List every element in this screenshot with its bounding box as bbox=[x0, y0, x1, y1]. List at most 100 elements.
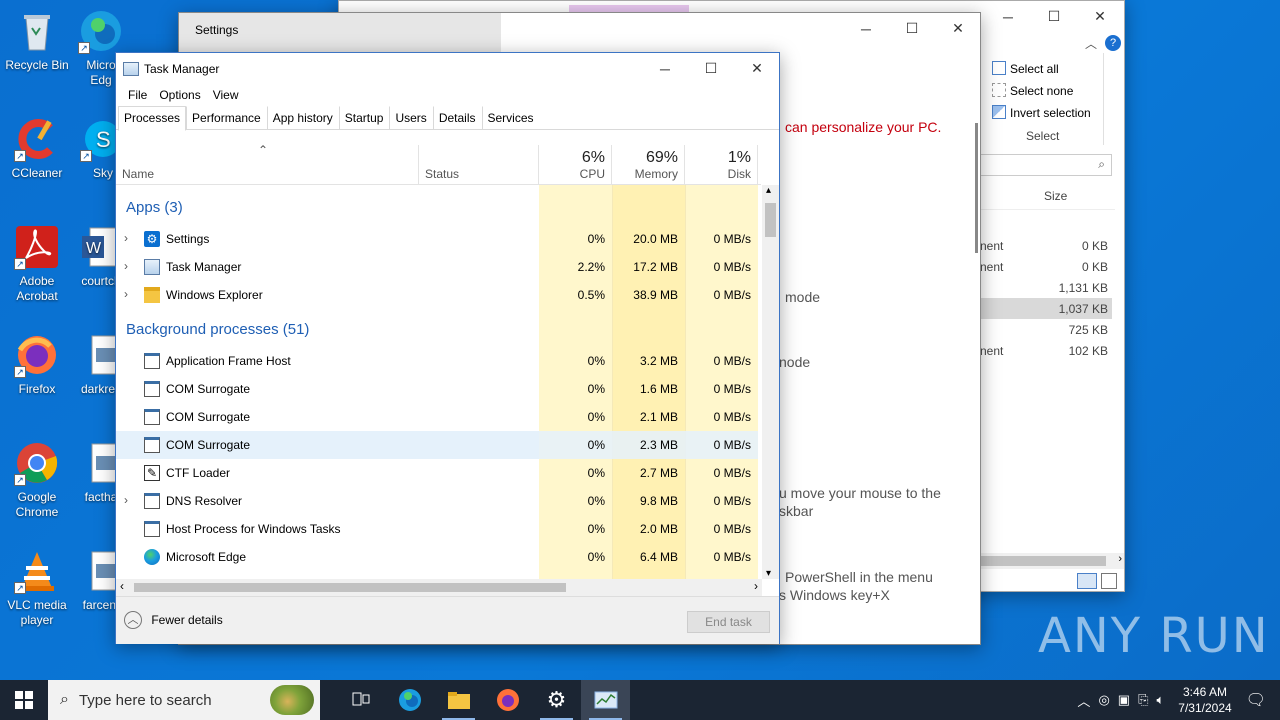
settings-gear-icon: ⚙ bbox=[144, 231, 160, 247]
column-name[interactable]: ⌃ Name bbox=[116, 145, 419, 185]
list-item-selected[interactable]: 1,037 KB bbox=[980, 298, 1112, 319]
taskbar-edge-icon[interactable] bbox=[385, 680, 434, 720]
taskbar-file-explorer-icon[interactable] bbox=[434, 680, 483, 720]
taskbar-search-box[interactable]: ⌕ Type here to search bbox=[48, 680, 320, 720]
vertical-scrollbar[interactable]: ▴ ▾ bbox=[762, 185, 779, 579]
table-row[interactable]: COM Surrogate 0% 1.6 MB 0 MB/s bbox=[116, 375, 761, 403]
group-header-background[interactable]: Background processes (51) bbox=[126, 321, 309, 338]
minimize-button[interactable]: ─ bbox=[843, 13, 889, 44]
task-manager-window[interactable]: Task Manager ─ ☐ ✕ File Options View Pro… bbox=[115, 52, 780, 644]
desktop-icon-adobe-acrobat[interactable]: ↗ Adobe Acrobat bbox=[1, 224, 73, 304]
svg-text:S: S bbox=[96, 127, 111, 152]
network-icon[interactable]: ⎘ bbox=[1138, 692, 1148, 708]
close-button[interactable]: ✕ bbox=[935, 13, 981, 44]
task-view-icon[interactable] bbox=[336, 680, 385, 720]
desktop-icon-firefox[interactable]: ↗ Firefox bbox=[1, 332, 73, 397]
column-size-header[interactable]: Size bbox=[1044, 189, 1067, 203]
select-none-button[interactable]: Select none bbox=[992, 83, 1073, 98]
volume-icon[interactable]: 🔈︎ bbox=[1156, 692, 1164, 708]
tab-processes[interactable]: Processes bbox=[118, 106, 187, 131]
table-row-hovered[interactable]: COM Surrogate 0% 2.3 MB 0 MB/s bbox=[116, 431, 761, 459]
invert-selection-button[interactable]: Invert selection bbox=[992, 105, 1091, 120]
close-button[interactable]: ✕ bbox=[1077, 1, 1123, 32]
maximize-button[interactable]: ☐ bbox=[1031, 1, 1077, 32]
help-icon[interactable]: ? bbox=[1105, 35, 1121, 51]
desktop-icon-ccleaner[interactable]: ↗ CCleaner bbox=[1, 116, 73, 181]
chevron-up-icon[interactable]: ︿ bbox=[1085, 35, 1097, 52]
maximize-button[interactable]: ☐ bbox=[889, 13, 935, 44]
desktop-icon-vlc[interactable]: ↗ VLC media player bbox=[1, 548, 73, 628]
list-item[interactable]: nent 0 KB bbox=[980, 235, 1112, 256]
menu-file[interactable]: File bbox=[122, 88, 153, 102]
maximize-button[interactable]: ☐ bbox=[688, 53, 734, 84]
column-cpu[interactable]: 6% CPU bbox=[539, 145, 612, 185]
clock[interactable]: 3:46 AM 7/31/2024 bbox=[1178, 684, 1231, 716]
tab-details[interactable]: Details bbox=[432, 106, 482, 130]
table-row[interactable]: COM Surrogate 0% 2.1 MB 0 MB/s bbox=[116, 403, 761, 431]
chevron-down-icon[interactable]: ▾ bbox=[766, 568, 771, 579]
minimize-button[interactable]: ─ bbox=[985, 1, 1031, 32]
table-row[interactable]: › Task Manager 2.2% 17.2 MB 0 MB/s bbox=[116, 253, 761, 281]
tab-users[interactable]: Users bbox=[389, 106, 432, 130]
scrollbar-thumb[interactable] bbox=[980, 556, 1106, 566]
tab-app-history[interactable]: App history bbox=[266, 106, 339, 130]
chevron-right-icon[interactable]: › bbox=[124, 259, 128, 273]
desktop-icon-label: CCleaner bbox=[11, 166, 63, 180]
list-item[interactable]: 725 KB bbox=[980, 319, 1112, 340]
vlc-icon: ↗ bbox=[14, 548, 60, 594]
minimize-button[interactable]: ─ bbox=[642, 53, 688, 84]
fewer-details-button[interactable]: ︿ Fewer details bbox=[124, 611, 223, 631]
notification-icon[interactable]: 🗨︎ bbox=[1246, 690, 1266, 710]
desktop-icon-chrome[interactable]: ↗ Google Chrome bbox=[1, 440, 73, 520]
tab-performance[interactable]: Performance bbox=[186, 106, 267, 130]
list-item[interactable]: nent 0 KB bbox=[980, 256, 1112, 277]
column-disk[interactable]: 1% Disk bbox=[685, 145, 758, 185]
group-header-apps[interactable]: Apps (3) bbox=[126, 199, 183, 216]
end-task-button[interactable]: End task bbox=[687, 611, 770, 633]
settings-scrollbar[interactable] bbox=[975, 123, 978, 253]
table-row[interactable]: Application Frame Host 0% 3.2 MB 0 MB/s bbox=[116, 347, 761, 375]
network-globe-icon[interactable]: ◎ bbox=[1098, 692, 1109, 708]
chevron-right-icon[interactable]: › bbox=[124, 493, 128, 507]
taskbar-settings-icon[interactable]: ⚙ bbox=[532, 680, 581, 720]
start-button[interactable] bbox=[0, 680, 48, 720]
close-button[interactable]: ✕ bbox=[734, 53, 780, 84]
select-all-button[interactable]: Select all bbox=[992, 61, 1059, 76]
tab-startup[interactable]: Startup bbox=[338, 106, 390, 130]
menu-view[interactable]: View bbox=[207, 88, 245, 102]
menu-options[interactable]: Options bbox=[153, 88, 206, 102]
table-row[interactable]: › Windows Explorer 0.5% 38.9 MB 0 MB/s bbox=[116, 281, 761, 309]
device-icon[interactable]: ▣ bbox=[1118, 692, 1130, 708]
view-details-icon[interactable] bbox=[1077, 573, 1097, 589]
clock-time: 3:46 AM bbox=[1182, 685, 1227, 699]
table-row[interactable]: Microsoft Edge 0% 6.4 MB 0 MB/s bbox=[116, 543, 761, 571]
column-status[interactable]: Status bbox=[419, 145, 539, 185]
table-row[interactable]: ✎ CTF Loader 0% 2.7 MB 0 MB/s bbox=[116, 459, 761, 487]
taskbar-task-manager-icon[interactable] bbox=[581, 680, 630, 720]
chevron-right-icon[interactable]: › bbox=[124, 231, 128, 245]
explorer-hscroll[interactable]: › bbox=[980, 553, 1124, 569]
table-row[interactable]: › ⚙ Settings 0% 20.0 MB 0 MB/s bbox=[116, 225, 761, 253]
column-memory[interactable]: 69% Memory bbox=[612, 145, 685, 185]
taskbar-firefox-icon[interactable] bbox=[483, 680, 532, 720]
view-tiles-icon[interactable] bbox=[1101, 573, 1117, 589]
scrollbar-thumb[interactable] bbox=[765, 203, 776, 237]
table-row[interactable]: Host Process for Windows Tasks 0% 2.0 MB… bbox=[116, 515, 761, 543]
list-item[interactable]: nent 102 KB bbox=[980, 340, 1112, 361]
chevron-left-icon[interactable]: ‹ bbox=[120, 579, 124, 593]
settings-title-area: Settings bbox=[179, 13, 501, 53]
chevron-right-icon[interactable]: › bbox=[754, 579, 758, 593]
desktop-icon-recycle-bin[interactable]: Recycle Bin bbox=[1, 8, 73, 73]
table-row[interactable]: › DNS Resolver 0% 9.8 MB 0 MB/s bbox=[116, 487, 761, 515]
tab-services[interactable]: Services bbox=[481, 106, 540, 130]
chevron-up-icon[interactable]: ︿ bbox=[1077, 691, 1090, 710]
recycle-bin-icon bbox=[14, 8, 60, 54]
list-item[interactable]: 1,131 KB bbox=[980, 277, 1112, 298]
scrollbar-thumb[interactable] bbox=[134, 583, 566, 592]
chevron-right-icon[interactable]: › bbox=[1118, 553, 1122, 565]
chevron-right-icon[interactable]: › bbox=[124, 287, 128, 301]
explorer-search-box[interactable]: ⌕ bbox=[980, 154, 1112, 176]
chevron-up-icon[interactable]: ▴ bbox=[766, 185, 771, 196]
explorer-file-list: nent 0 KB nent 0 KB 1,131 KB 1,037 KB 725 … bbox=[980, 235, 1112, 361]
horizontal-scrollbar[interactable]: ‹ › bbox=[116, 579, 762, 596]
